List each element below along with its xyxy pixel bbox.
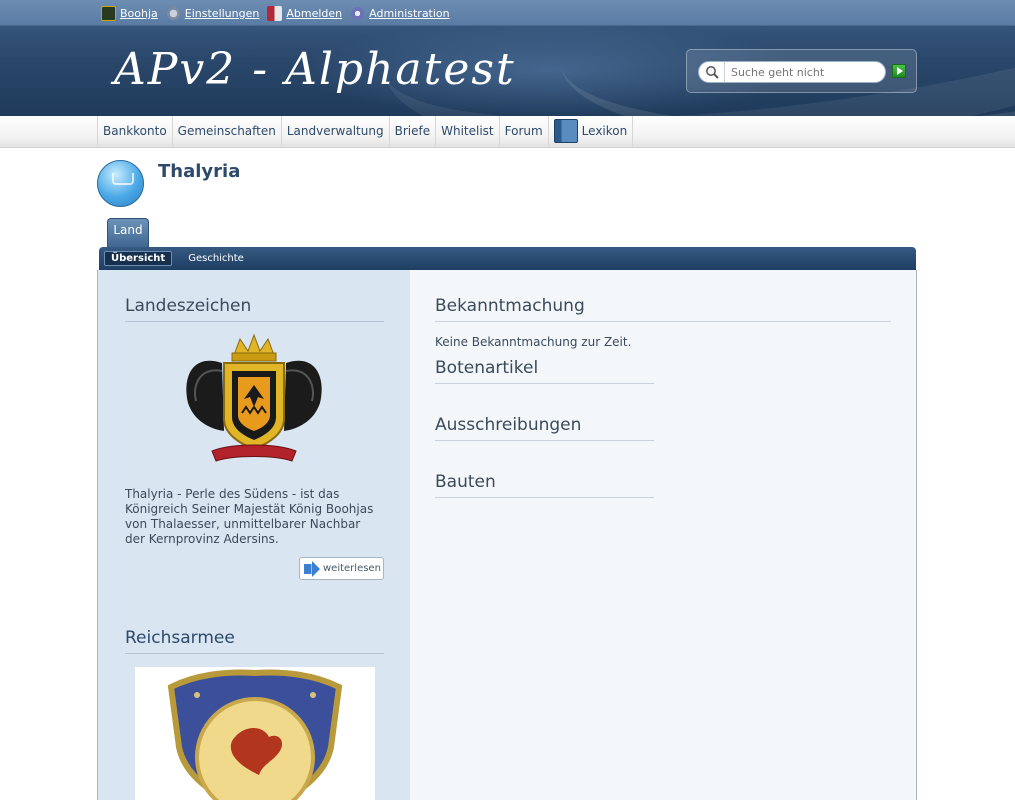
main-nav: Bankkonto Gemeinschaften Landverwaltung … <box>97 116 634 146</box>
nav-item-forum[interactable]: Forum <box>500 116 549 146</box>
nav-item-lexikon-label: Lexikon <box>581 124 628 138</box>
content-panel: Landeszeichen Thalyria - Perle des Süden… <box>97 270 917 800</box>
botenartikel-heading: Botenartikel <box>435 358 654 384</box>
land-description: Thalyria - Perle des Südens - ist das Kö… <box>125 487 374 546</box>
search-go-button[interactable] <box>892 64 906 78</box>
subtab-history[interactable]: Geschichte <box>182 252 250 265</box>
logout-icon <box>267 6 283 21</box>
search-box <box>686 49 917 93</box>
main-nav-bar: Bankkonto Gemeinschaften Landverwaltung … <box>0 116 1015 148</box>
ausschreibungen-heading: Ausschreibungen <box>435 415 654 441</box>
user-profile-link[interactable]: Boohja <box>101 6 158 21</box>
bekanntmachung-text: Keine Bekanntmachung zur Zeit. <box>435 335 632 349</box>
page-title: Thalyria <box>158 161 241 182</box>
settings-link[interactable]: Einstellungen <box>165 6 260 21</box>
tab-land[interactable]: Land <box>107 218 149 248</box>
landeszeichen-heading: Landeszeichen <box>125 296 384 322</box>
site-header: Boohja Einstellungen Abmelden Administra… <box>0 0 1015 116</box>
subtab-overview[interactable]: Übersicht <box>104 251 173 266</box>
admin-link-label[interactable]: Administration <box>369 7 450 20</box>
site-logo[interactable]: APv2 - Alphatest <box>114 44 516 95</box>
logout-link[interactable]: Abmelden <box>267 6 342 21</box>
land-emblem-icon <box>97 160 144 207</box>
bekanntmachung-heading: Bekanntmachung <box>435 296 891 322</box>
user-avatar-icon <box>101 6 116 21</box>
nav-item-whitelist[interactable]: Whitelist <box>436 116 500 146</box>
readmore-button[interactable]: weiterlesen <box>299 557 384 580</box>
reichsarmee-heading: Reichsarmee <box>125 628 384 654</box>
admin-link[interactable]: Administration <box>350 6 450 21</box>
book-icon <box>553 119 578 143</box>
settings-link-label[interactable]: Einstellungen <box>185 7 260 20</box>
search-icon <box>699 62 725 82</box>
user-name-link[interactable]: Boohja <box>120 7 158 20</box>
army-emblem-image <box>135 667 375 800</box>
arrow-right-icon <box>304 560 320 577</box>
search-input[interactable] <box>725 65 875 79</box>
nav-item-lexikon[interactable]: Lexikon <box>549 116 634 146</box>
nav-item-landverwaltung[interactable]: Landverwaltung <box>282 116 390 146</box>
settings-icon <box>165 6 181 21</box>
search-field[interactable] <box>698 61 886 83</box>
coat-of-arms-image <box>186 333 322 462</box>
user-bar: Boohja Einstellungen Abmelden Administra… <box>0 0 1015 26</box>
nav-item-briefe[interactable]: Briefe <box>390 116 437 146</box>
admin-gear-icon <box>350 6 366 21</box>
subtab-bar: Übersicht Geschichte <box>99 247 916 270</box>
bauten-heading: Bauten <box>435 472 654 498</box>
logout-link-label[interactable]: Abmelden <box>286 7 342 20</box>
readmore-label: weiterlesen <box>323 563 381 574</box>
nav-item-bankkonto[interactable]: Bankkonto <box>98 116 173 146</box>
sidebar: Landeszeichen Thalyria - Perle des Süden… <box>98 270 410 800</box>
nav-item-gemeinschaften[interactable]: Gemeinschaften <box>173 116 282 146</box>
